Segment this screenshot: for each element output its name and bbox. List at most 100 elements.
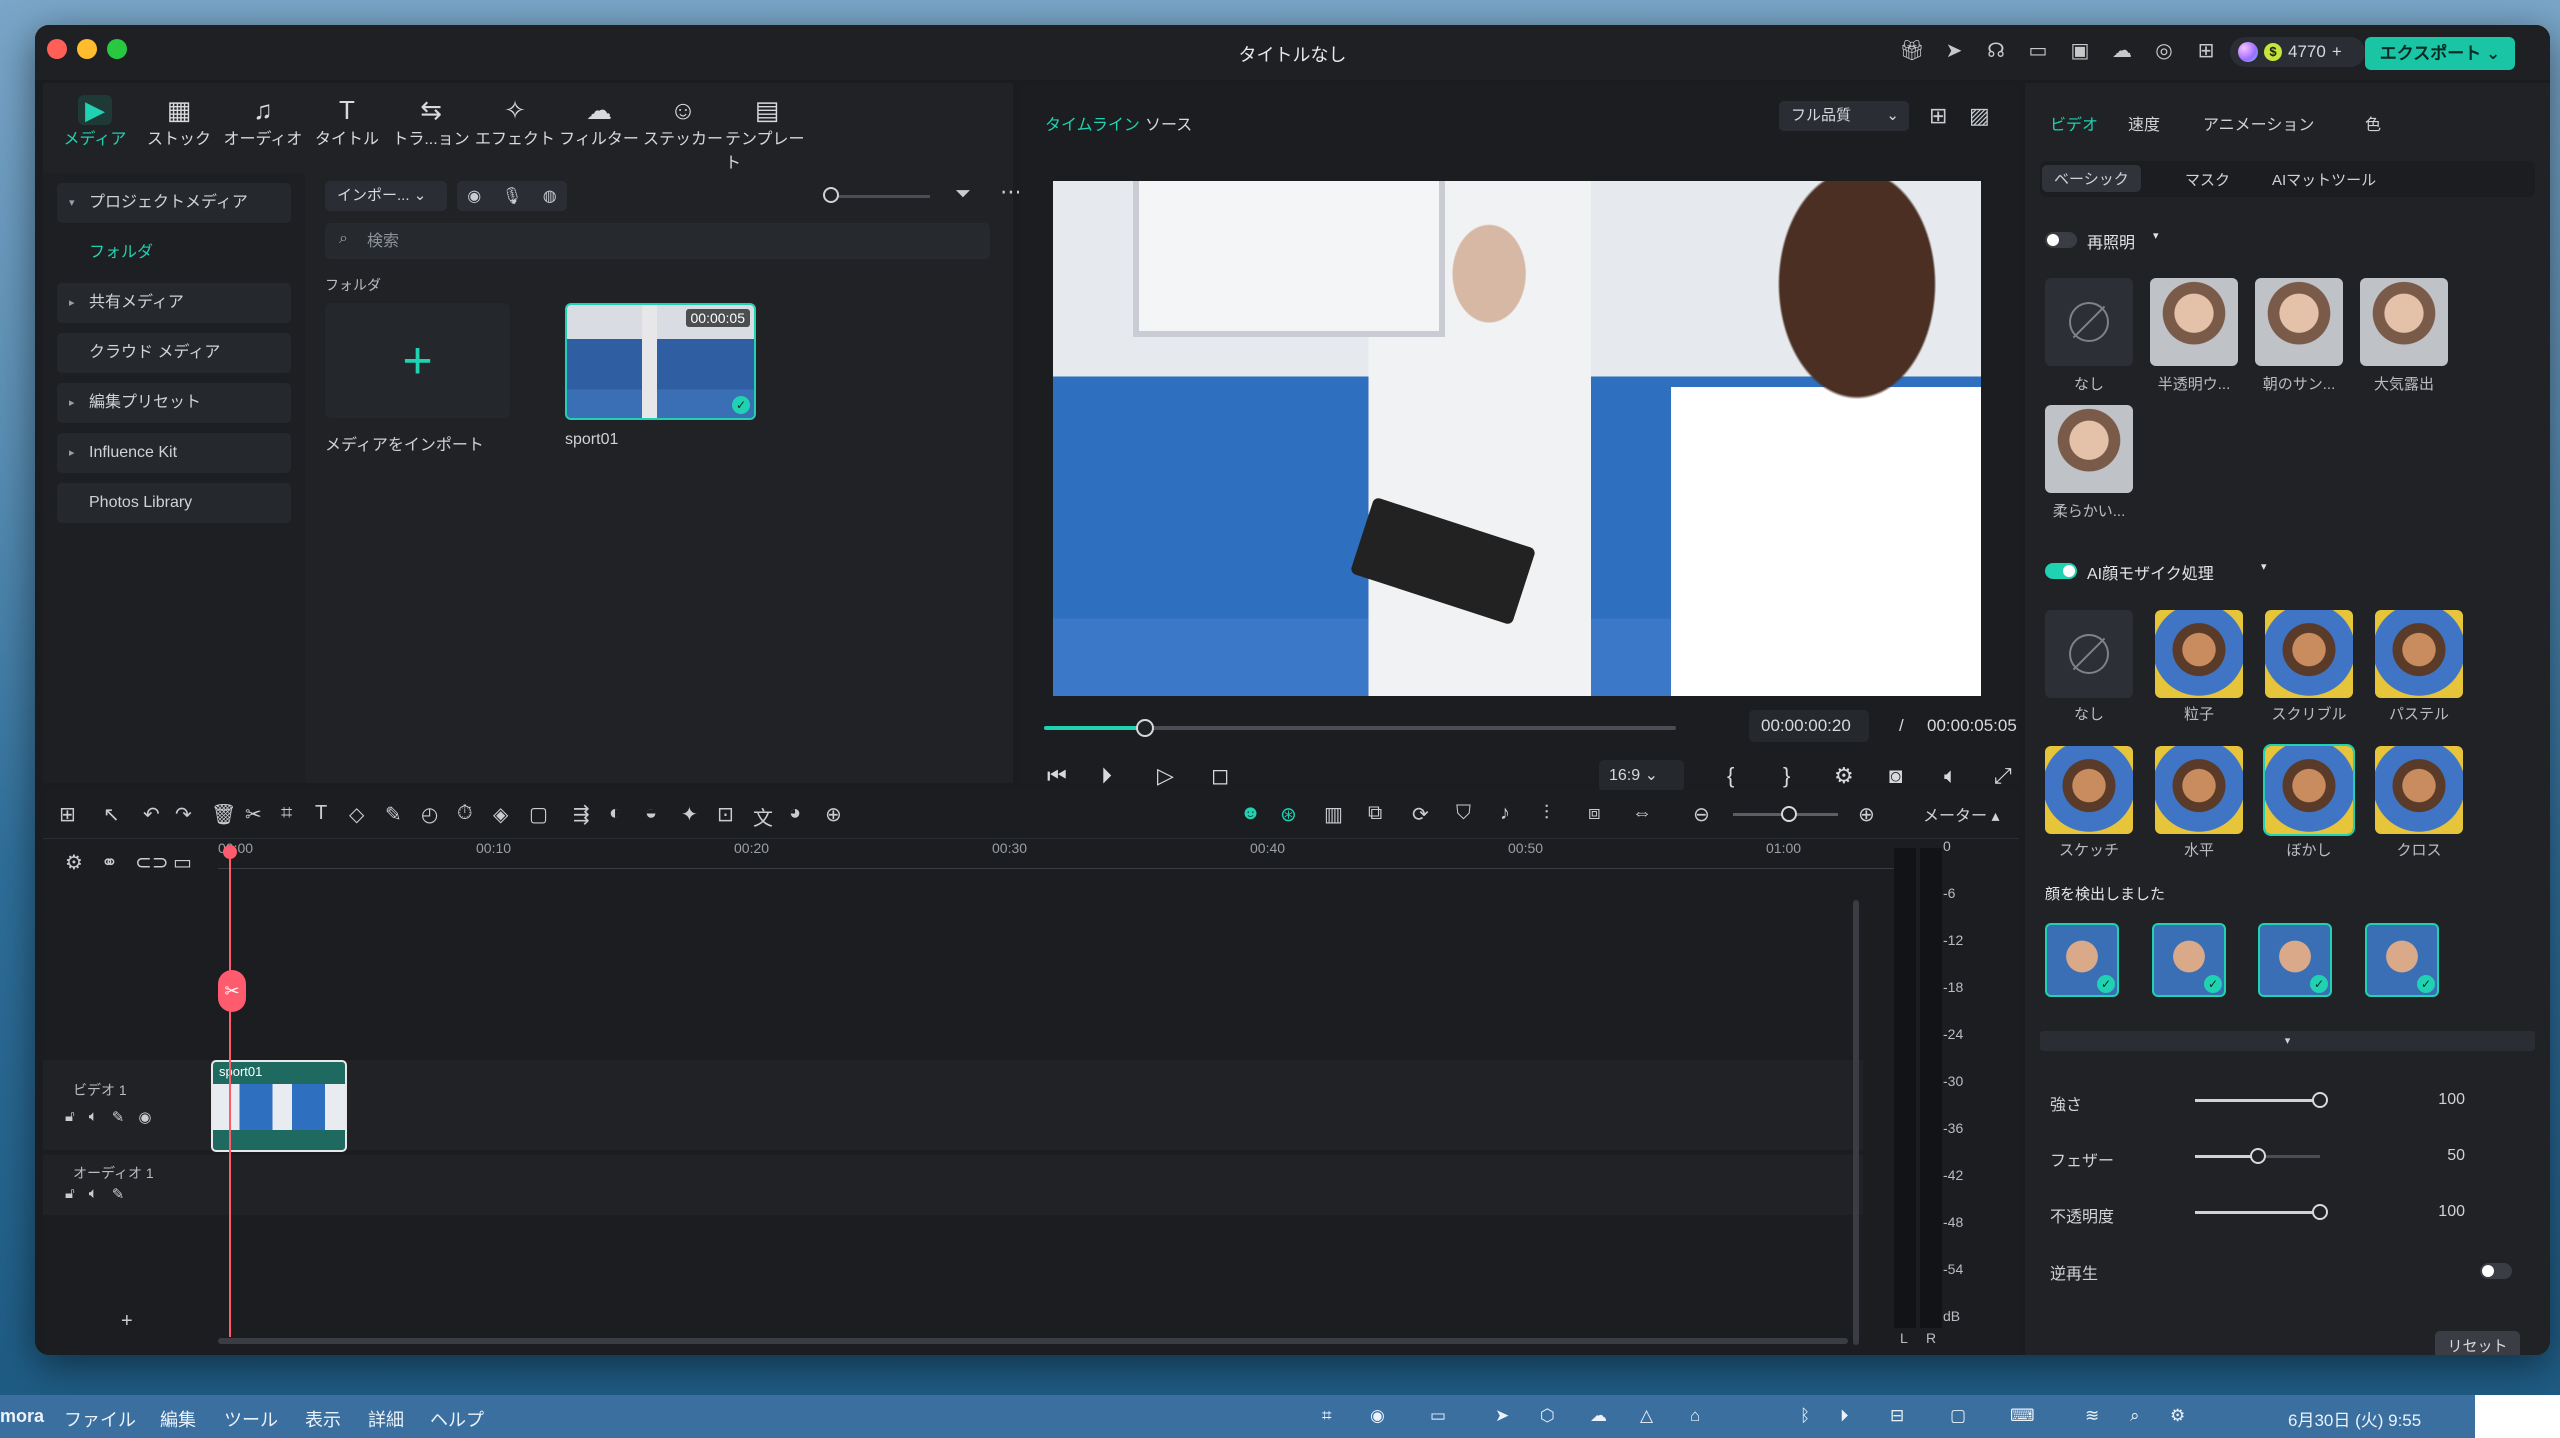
relight-preset-4[interactable]	[2045, 405, 2133, 493]
mosaic-none[interactable]	[2045, 610, 2133, 698]
menu-edit[interactable]: 編集	[160, 1406, 196, 1432]
tab-stock[interactable]: ▦ ストック	[137, 83, 221, 173]
timeline-vertical-scrollbar[interactable]	[1853, 900, 1859, 1345]
mute-icon[interactable]: ✎	[112, 1185, 125, 1203]
frame-icon[interactable]: ⊕	[825, 802, 842, 827]
bluetooth-icon[interactable]: ᛒ	[1800, 1406, 1810, 1426]
tag-status-icon[interactable]: ⌂	[1690, 1406, 1700, 1426]
speed-icon[interactable]: ◴	[421, 802, 438, 827]
menu-help[interactable]: ヘルプ	[430, 1406, 484, 1432]
delete-icon[interactable]: 🗑︎	[211, 802, 236, 827]
menu-advanced[interactable]: 詳細	[368, 1406, 404, 1432]
relight-preset-2[interactable]	[2255, 278, 2343, 366]
add-track-icon[interactable]: +	[121, 1310, 133, 1333]
zoom-out-icon[interactable]: ⊖	[1693, 802, 1710, 827]
window-status-icon[interactable]: ⊟	[1890, 1406, 1904, 1426]
media-clip-thumbnail[interactable]: 00:00:05 ✓	[565, 303, 756, 420]
tab-video[interactable]: ビデオ	[2050, 111, 2098, 135]
thumbnail-size-slider[interactable]	[830, 195, 930, 198]
box-status-icon[interactable]: ⬡	[1540, 1406, 1555, 1426]
fullscreen-icon[interactable]: ⤢	[1994, 763, 2012, 789]
layout-icon[interactable]: ▭	[2024, 37, 2052, 65]
menu-app-name[interactable]: mora	[0, 1406, 44, 1427]
prev-frame-icon[interactable]: ⏮	[1047, 763, 1067, 789]
zoom-in-icon[interactable]: ⊕	[1858, 802, 1875, 827]
tab-templates[interactable]: ▤ テンプレート	[725, 83, 809, 173]
mixer-icon[interactable]: ⫶	[1544, 802, 1549, 825]
ai-copilot-icon[interactable]: ☻	[1240, 802, 1261, 825]
sidebar-item-project-media[interactable]: ▾ プロジェクトメディア	[57, 183, 291, 223]
screenshot-status-icon[interactable]: ⌗	[1322, 1406, 1332, 1426]
playhead-line[interactable]	[229, 852, 231, 1337]
reset-button[interactable]: リセット	[2435, 1331, 2520, 1355]
tab-title[interactable]: T タイトル	[305, 83, 389, 173]
import-dropdown[interactable]: インポー... ⌄	[325, 181, 447, 211]
lock-icon[interactable]: 🔓︎	[65, 1185, 75, 1203]
tab-color[interactable]: 色	[2365, 111, 2381, 135]
mosaic-scribble[interactable]	[2265, 610, 2353, 698]
mosaic-particle[interactable]	[2155, 610, 2243, 698]
shield-icon[interactable]: ⛉	[1456, 802, 1471, 825]
auto-reframe-icon[interactable]: ⇶	[573, 802, 590, 827]
menubar-clock[interactable]: 6月30日 (火) 9:55	[2288, 1406, 2421, 1431]
mark-out-icon[interactable]: }	[1783, 763, 1790, 789]
funnel-icon[interactable]: ⏷	[955, 183, 971, 206]
opacity-knob[interactable]	[2312, 1204, 2328, 1220]
quality-dropdown[interactable]: フル品質 ⌄	[1779, 101, 1909, 131]
snapshot-quality-icon[interactable]: ▨	[1969, 103, 1990, 129]
ai-cutout-icon[interactable]: ◐	[609, 802, 621, 825]
search-icon[interactable]: ⌕	[2130, 1406, 2140, 1426]
aspect-ratio-dropdown[interactable]: 16:9 ⌄	[1599, 760, 1684, 792]
sidebar-item-photos-library[interactable]: Photos Library	[57, 483, 291, 523]
motion-track-icon[interactable]: ⧉	[1368, 802, 1382, 825]
track-settings-icon[interactable]: ⚙	[65, 850, 83, 875]
chevron-down-icon[interactable]: ▾	[2153, 229, 2159, 242]
detected-face[interactable]: ✓	[2258, 923, 2332, 997]
grid-view-icon[interactable]: ⊞	[1929, 103, 1947, 129]
microphone-icon[interactable]: ♪	[1500, 802, 1510, 825]
sidebar-item-edit-presets[interactable]: ▸ 編集プリセット	[57, 383, 291, 423]
keyboard-status-icon[interactable]: ⌨	[2010, 1406, 2035, 1426]
eye-icon[interactable]: ◉	[138, 1108, 151, 1126]
crop-icon[interactable]: ⌗	[281, 802, 292, 825]
tab-timeline[interactable]: タイムライン	[1045, 111, 1140, 135]
chevron-down-icon[interactable]: ▾	[2261, 560, 2267, 573]
unlink-icon[interactable]: ⚭	[101, 850, 118, 875]
mask-icon[interactable]: ◒	[645, 802, 657, 825]
scissors-icon[interactable]: ✂	[218, 970, 246, 1012]
volume-icon[interactable]: 🔈︎	[89, 1108, 98, 1126]
mosaic-sketch[interactable]	[2045, 746, 2133, 834]
subtab-basic[interactable]: ベーシック	[2042, 165, 2141, 192]
microphone-icon[interactable]: 🎙︎	[502, 186, 522, 206]
stop-icon[interactable]: ◻	[1211, 763, 1229, 789]
subtab-mask[interactable]: マスク	[2185, 169, 2230, 190]
tab-media[interactable]: ▶ メディア	[53, 83, 137, 173]
sidebar-item-influence-kit[interactable]: ▸ Influence Kit	[57, 433, 291, 473]
keyframe-icon[interactable]: ◈	[493, 802, 508, 827]
drive-status-icon[interactable]: △	[1640, 1406, 1653, 1426]
timeline-zoom-knob[interactable]	[1781, 806, 1797, 822]
feather-knob[interactable]	[2250, 1148, 2266, 1164]
relight-preset-none[interactable]	[2045, 278, 2133, 366]
display-status-icon[interactable]: ▭	[1430, 1406, 1446, 1426]
support-icon[interactable]: ◎	[2150, 37, 2178, 65]
subtab-ai-matte[interactable]: AIマットツール	[2272, 169, 2376, 190]
detected-face[interactable]: ✓	[2045, 923, 2119, 997]
tab-speed[interactable]: 速度	[2128, 111, 2160, 135]
relight-preset-3[interactable]	[2360, 278, 2448, 366]
layout-grid-icon[interactable]: ⊞	[59, 802, 76, 827]
mosaic-horizontal[interactable]	[2155, 746, 2243, 834]
timeline-ruler[interactable]: 00:00 00:10 00:20 00:30 00:40 00:50 01:0…	[218, 840, 1898, 868]
preview-scrubber-knob[interactable]	[1136, 719, 1154, 737]
settings-icon[interactable]: ⚙	[1834, 763, 1854, 789]
mark-in-icon[interactable]: {	[1727, 763, 1734, 789]
cloud-upload-icon[interactable]: ☁	[2108, 37, 2136, 65]
wifi-icon[interactable]: ≋	[2085, 1406, 2099, 1426]
tab-filters[interactable]: ☁ フィルター	[557, 83, 641, 173]
record-icon[interactable]: ◉	[467, 186, 481, 206]
tab-audio[interactable]: ♫ オーディオ	[221, 83, 305, 173]
sidebar-item-folder[interactable]: フォルダ	[57, 233, 291, 273]
play-frame-icon[interactable]: ⏵︎	[1101, 763, 1112, 789]
play-status-icon[interactable]: ⏵︎	[1840, 1406, 1849, 1426]
timer-icon[interactable]: ⏱︎	[457, 802, 473, 825]
